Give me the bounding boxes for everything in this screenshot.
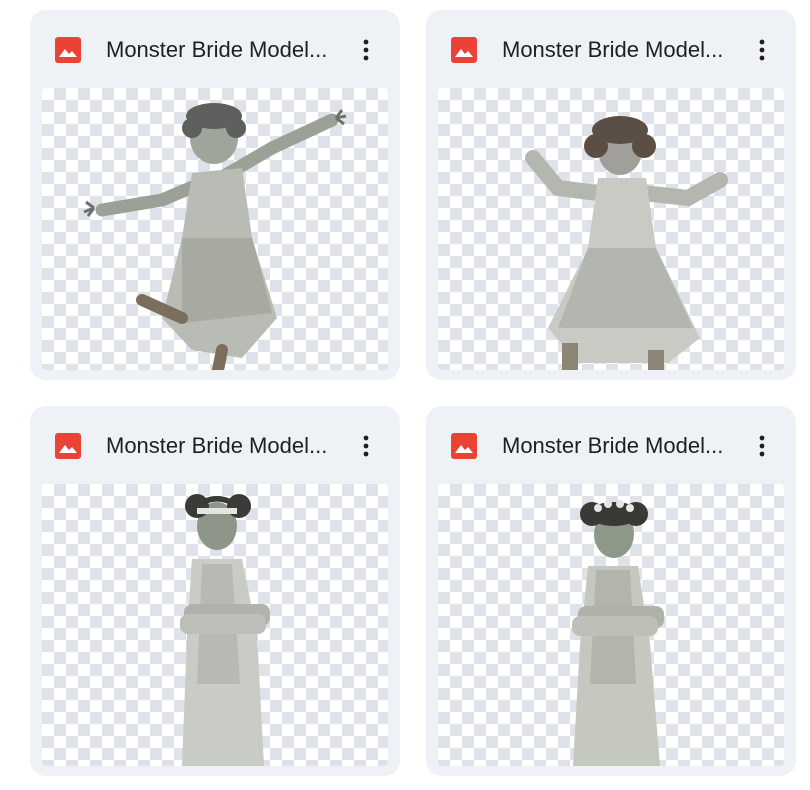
figure-arms-crossed (180, 494, 270, 766)
image-thumbnail[interactable] (438, 484, 784, 766)
more-options-button[interactable] (744, 428, 780, 464)
more-vert-icon (363, 435, 369, 457)
more-vert-icon (759, 39, 765, 61)
figure-dancing (525, 116, 728, 370)
file-card-header: Monster Bride Model... (426, 406, 796, 484)
file-card-header: Monster Bride Model... (30, 406, 400, 484)
image-file-icon (54, 432, 82, 460)
figure-arms-crossed-flowers (572, 500, 664, 766)
image-thumbnail[interactable] (438, 88, 784, 370)
more-vert-icon (759, 435, 765, 457)
file-card[interactable]: Monster Bride Model... (426, 10, 796, 380)
more-options-button[interactable] (744, 32, 780, 68)
figure-leaping (83, 103, 347, 370)
file-card[interactable]: Monster Bride Model... (426, 406, 796, 776)
image-thumbnail[interactable] (42, 484, 388, 766)
more-options-button[interactable] (348, 428, 384, 464)
file-card[interactable]: Monster Bride Model... (30, 10, 400, 380)
image-file-icon (54, 36, 82, 64)
more-options-button[interactable] (348, 32, 384, 68)
image-file-icon (450, 432, 478, 460)
file-card-header: Monster Bride Model... (426, 10, 796, 88)
image-thumbnail[interactable] (42, 88, 388, 370)
file-card[interactable]: Monster Bride Model... (30, 406, 400, 776)
image-file-icon (450, 36, 478, 64)
file-title: Monster Bride Model... (106, 37, 328, 62)
file-title: Monster Bride Model... (106, 433, 328, 458)
more-vert-icon (363, 39, 369, 61)
file-card-header: Monster Bride Model... (30, 10, 400, 88)
file-title: Monster Bride Model... (502, 433, 724, 458)
file-title: Monster Bride Model... (502, 37, 724, 62)
file-grid: Monster Bride Model... Monster Bride Mod… (0, 0, 810, 790)
